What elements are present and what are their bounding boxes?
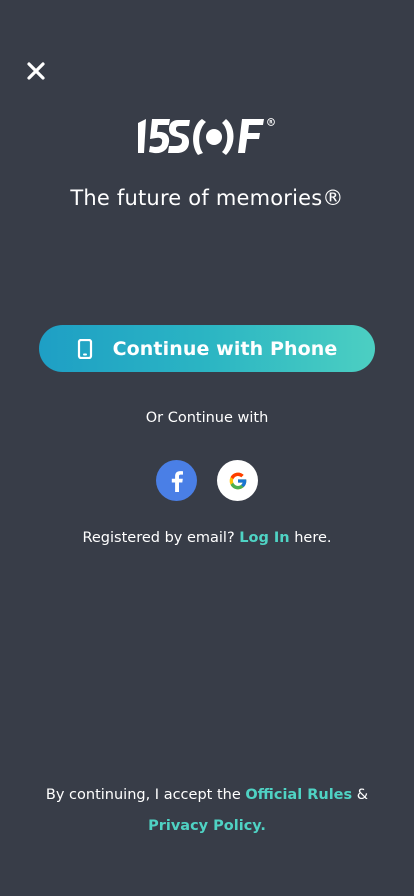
terms-footer: By continuing, I accept the Official Rul… [20, 780, 394, 842]
terms-prefix: By continuing, I accept the [45, 787, 241, 803]
log-in-link[interactable]: Log In [239, 530, 289, 546]
or-continue-with-label: Or Continue with [145, 410, 269, 426]
google-login-button[interactable] [217, 460, 258, 501]
registered-by-email-text: Registered by email? Log In here. [0, 530, 414, 546]
social-login-buttons [0, 460, 414, 501]
terms-ampersand: & [356, 787, 369, 803]
tagline: The future of memories® [70, 186, 344, 210]
official-rules-link[interactable]: Official Rules [245, 787, 352, 803]
brand-logo: R [0, 113, 414, 165]
registered-prefix: Registered by email? [82, 530, 235, 546]
smartphone-icon [77, 338, 93, 359]
google-icon [229, 472, 246, 489]
facebook-login-button[interactable] [156, 460, 197, 501]
logo-15sof-icon: R [138, 118, 275, 155]
continue-with-phone-button[interactable]: Continue with Phone [39, 325, 375, 372]
facebook-icon [171, 470, 183, 492]
close-icon [27, 62, 45, 80]
continue-with-phone-label: Continue with Phone [112, 337, 338, 360]
privacy-policy-link[interactable]: Privacy Policy. [148, 818, 266, 834]
registered-suffix: here. [294, 530, 332, 546]
close-button[interactable] [24, 59, 48, 83]
